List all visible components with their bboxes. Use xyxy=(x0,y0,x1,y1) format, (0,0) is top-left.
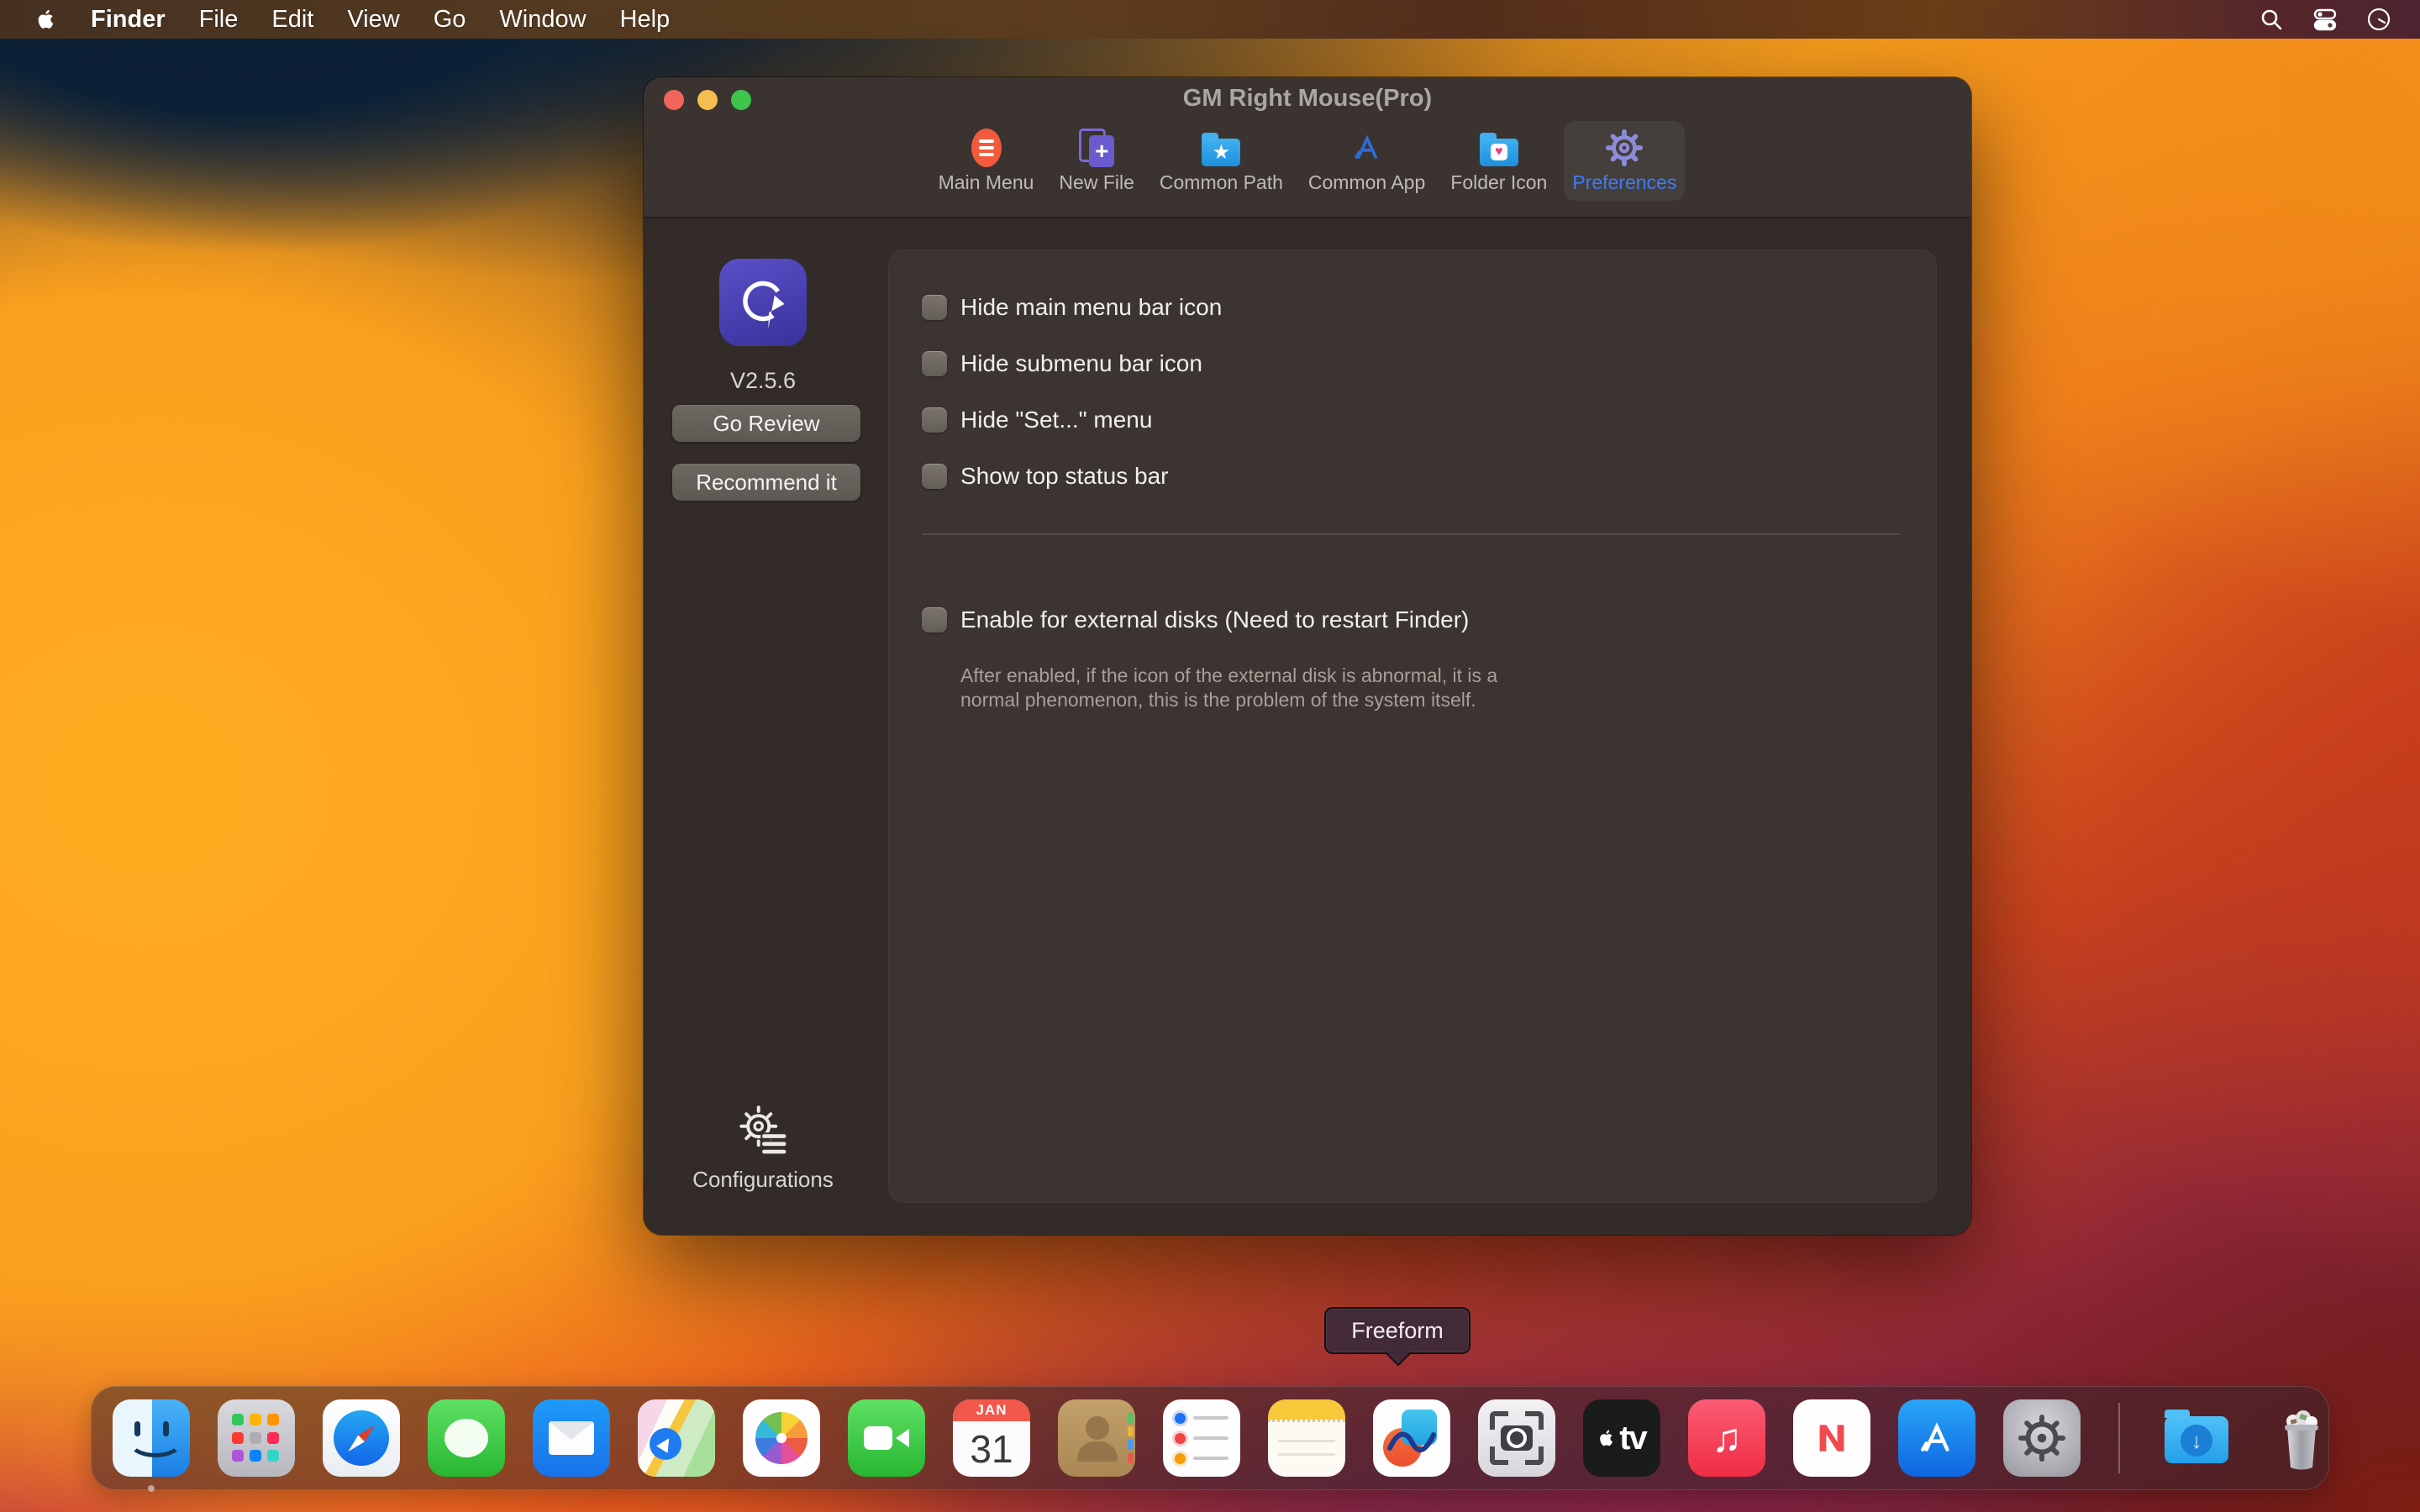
tab-common-app[interactable]: Common App xyxy=(1300,121,1434,201)
dock-item-appstore[interactable] xyxy=(1898,1399,1975,1477)
preferences-panel: Hide main menu bar icon Hide submenu bar… xyxy=(888,249,1937,1203)
tab-new-file[interactable]: + New File xyxy=(1050,121,1142,201)
recommend-button[interactable]: Recommend it xyxy=(672,464,860,501)
dock-item-tv[interactable]: tv xyxy=(1583,1399,1660,1477)
contacts-icon xyxy=(1058,1399,1135,1477)
menu-bar: Finder File Edit View Go Window Help xyxy=(0,0,2420,39)
menu-window[interactable]: Window xyxy=(499,6,586,34)
menu-view[interactable]: View xyxy=(347,6,399,34)
configurations-button[interactable]: Configurations xyxy=(644,1103,882,1193)
dock: JAN 31 xyxy=(91,1386,2329,1490)
running-indicator xyxy=(148,1485,155,1492)
dock-item-music[interactable]: ♫ xyxy=(1688,1399,1765,1477)
dock-item-photos[interactable] xyxy=(743,1399,820,1477)
safari-icon xyxy=(323,1399,400,1477)
launchpad-icon xyxy=(218,1399,295,1477)
dock-item-downloads[interactable]: ↓ xyxy=(2158,1399,2235,1477)
app-version: V2.5.6 xyxy=(644,368,882,394)
dock-separator xyxy=(2118,1403,2120,1473)
mail-icon xyxy=(533,1399,610,1477)
dock-item-messages[interactable] xyxy=(428,1399,505,1477)
finder-icon xyxy=(113,1399,190,1477)
apple-tv-icon: tv xyxy=(1583,1399,1660,1477)
freeform-icon xyxy=(1373,1399,1450,1477)
pref-row-show-status-bar: Show top status bar xyxy=(922,464,1937,489)
screenshot-icon xyxy=(1478,1399,1555,1477)
configurations-label: Configurations xyxy=(692,1167,834,1193)
checkbox-hide-set-menu[interactable] xyxy=(922,407,947,433)
reminders-icon xyxy=(1163,1399,1240,1477)
menu-app-name[interactable]: Finder xyxy=(91,6,166,34)
pref-row-hide-main-menu: Hide main menu bar icon xyxy=(922,295,1937,320)
desktop: Finder File Edit View Go Window Help GM … xyxy=(0,0,2420,1512)
pref-row-hide-submenu: Hide submenu bar icon xyxy=(922,351,1937,376)
folder-star-icon: ★ xyxy=(1202,128,1240,168)
notes-icon xyxy=(1268,1399,1345,1477)
window-title: GM Right Mouse(Pro) xyxy=(644,85,1971,113)
tab-common-path[interactable]: ★ Common Path xyxy=(1151,121,1292,201)
dock-item-facetime[interactable] xyxy=(848,1399,925,1477)
folder-heart-icon: ♥ xyxy=(1480,128,1518,168)
calendar-icon: JAN 31 xyxy=(953,1399,1030,1477)
tab-main-menu[interactable]: Main Menu xyxy=(930,121,1043,201)
dock-item-launchpad[interactable] xyxy=(218,1399,295,1477)
tab-preferences[interactable]: Preferences xyxy=(1564,121,1685,201)
gear-list-icon xyxy=(735,1103,791,1158)
maps-icon xyxy=(638,1399,715,1477)
checkbox-hide-main-menu[interactable] xyxy=(922,295,947,320)
dock-item-contacts[interactable] xyxy=(1058,1399,1135,1477)
menu-help[interactable]: Help xyxy=(620,6,671,34)
dock-item-calendar[interactable]: JAN 31 xyxy=(953,1399,1030,1477)
pref-row-external-disks: Enable for external disks (Need to resta… xyxy=(922,607,1937,633)
app-store-icon xyxy=(1898,1399,1975,1477)
dock-item-screenshot[interactable] xyxy=(1478,1399,1555,1477)
main-menu-icon xyxy=(971,128,1002,168)
trash-icon xyxy=(2263,1399,2340,1477)
dock-item-trash[interactable] xyxy=(2263,1399,2340,1477)
menu-edit[interactable]: Edit xyxy=(271,6,313,34)
panel-divider xyxy=(922,533,1900,535)
photos-icon xyxy=(743,1399,820,1477)
dock-item-safari[interactable] xyxy=(323,1399,400,1477)
external-disks-note: After enabled, if the icon of the extern… xyxy=(960,664,1498,712)
toolbar: Main Menu + New File ★ Common Path xyxy=(644,121,1971,201)
control-center-icon[interactable] xyxy=(2312,7,2338,32)
system-settings-icon xyxy=(2003,1399,2081,1477)
messages-icon xyxy=(428,1399,505,1477)
menu-file[interactable]: File xyxy=(199,6,239,34)
checkbox-show-status-bar[interactable] xyxy=(922,464,947,489)
app-window: GM Right Mouse(Pro) Main Menu + New File… xyxy=(644,77,1971,1235)
dock-item-settings[interactable] xyxy=(2003,1399,2081,1477)
dock-item-news[interactable] xyxy=(1793,1399,1870,1477)
apple-menu[interactable] xyxy=(35,7,57,32)
dock-item-reminders[interactable] xyxy=(1163,1399,1240,1477)
checkbox-hide-submenu[interactable] xyxy=(922,351,947,376)
dock-item-maps[interactable] xyxy=(638,1399,715,1477)
tab-folder-icon[interactable]: ♥ Folder Icon xyxy=(1442,121,1555,201)
search-icon[interactable] xyxy=(2259,7,2284,32)
dock-item-freeform[interactable] xyxy=(1373,1399,1450,1477)
window-header: GM Right Mouse(Pro) Main Menu + New File… xyxy=(644,77,1971,218)
dock-item-mail[interactable] xyxy=(533,1399,610,1477)
gear-icon xyxy=(1605,128,1644,168)
go-review-button[interactable]: Go Review xyxy=(672,405,860,442)
app-logo xyxy=(719,259,807,346)
dock-tooltip: Freeform xyxy=(1324,1307,1470,1354)
new-file-icon: + xyxy=(1079,128,1114,168)
facetime-icon xyxy=(848,1399,925,1477)
news-icon xyxy=(1793,1399,1870,1477)
dock-item-notes[interactable] xyxy=(1268,1399,1345,1477)
app-a-icon xyxy=(1348,128,1386,168)
clock-icon[interactable] xyxy=(2366,7,2391,32)
music-icon: ♫ xyxy=(1688,1399,1765,1477)
dock-item-finder[interactable] xyxy=(113,1399,190,1477)
menu-go[interactable]: Go xyxy=(434,6,466,34)
checkbox-external-disks[interactable] xyxy=(922,607,947,633)
apple-icon xyxy=(35,7,57,32)
pref-row-hide-set-menu: Hide "Set..." menu xyxy=(922,407,1937,433)
